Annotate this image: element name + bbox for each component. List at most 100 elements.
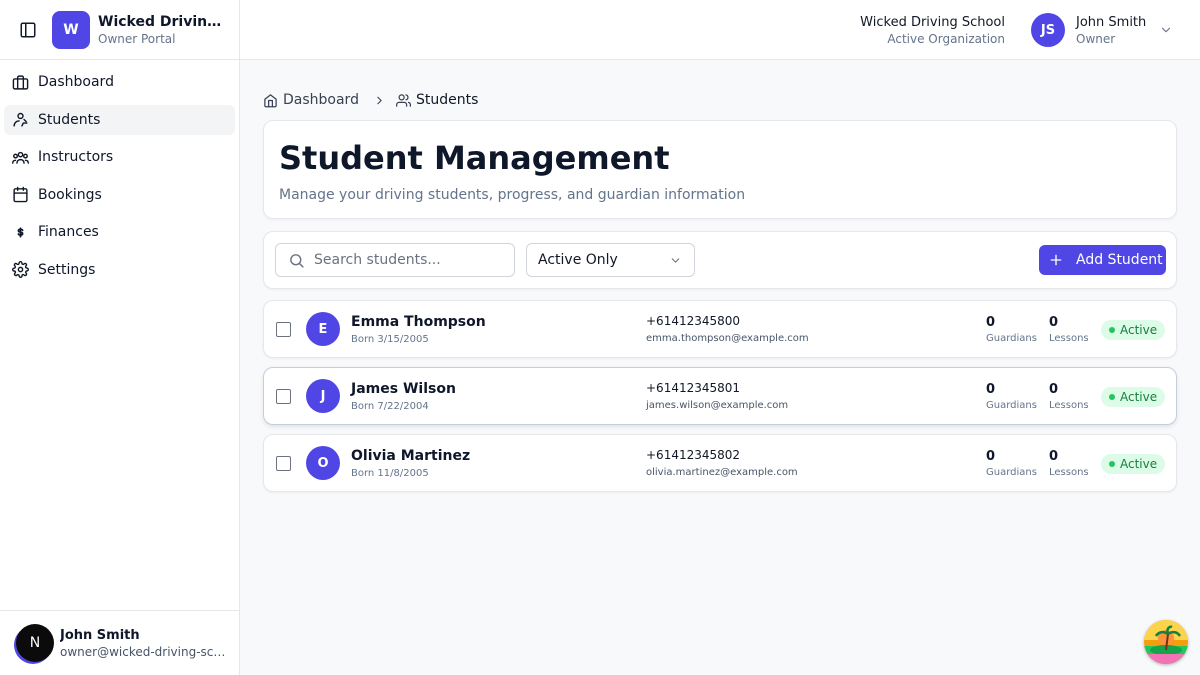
sidebar-item-label: Students bbox=[38, 111, 101, 128]
island-icon bbox=[1144, 620, 1188, 664]
status-badge: Active bbox=[1101, 387, 1165, 407]
sidebar-item-label: Settings bbox=[38, 261, 96, 278]
sidebar-item-label: Instructors bbox=[38, 149, 114, 165]
lessons-label: Lessons bbox=[1049, 400, 1089, 411]
avatar: O bbox=[306, 446, 340, 480]
organization-status: Active Organization bbox=[887, 32, 1005, 46]
brand-logo: W bbox=[52, 10, 90, 49]
table-row[interactable]: J James Wilson Born 7/22/2004 +614123458… bbox=[263, 367, 1177, 425]
breadcrumb: Dashboard Students bbox=[263, 91, 478, 109]
lessons-count: 0 bbox=[1049, 315, 1059, 330]
floating-assistant-button[interactable] bbox=[1144, 620, 1188, 664]
user-name: John Smith bbox=[1076, 15, 1147, 30]
guardians-label: Guardians bbox=[986, 400, 1037, 411]
sidebar-item-settings[interactable]: Settings bbox=[4, 255, 235, 285]
student-name[interactable]: Emma Thompson bbox=[351, 314, 486, 330]
sidebar-user-email: owner@wicked-driving-school.com bbox=[60, 644, 226, 659]
status-dot-icon bbox=[1109, 461, 1115, 467]
guardians-count: 0 bbox=[986, 382, 996, 397]
user-avatar[interactable]: JS bbox=[1031, 13, 1065, 47]
student-phone: +61412345800 bbox=[646, 314, 741, 328]
sidebar-item-label: Finances bbox=[38, 224, 99, 240]
search-box[interactable] bbox=[275, 243, 515, 277]
table-row[interactable]: E Emma Thompson Born 3/15/2005 +61412345… bbox=[263, 300, 1177, 358]
chevron-down-icon[interactable] bbox=[1159, 23, 1173, 37]
lessons-label: Lessons bbox=[1049, 333, 1089, 344]
student-birthdate: Born 11/8/2005 bbox=[351, 468, 429, 479]
brand-subtitle: Owner Portal bbox=[98, 31, 176, 46]
lessons-stat: 0 Lessons bbox=[1049, 449, 1089, 478]
sidebar-item-instructors[interactable]: Instructors bbox=[4, 142, 235, 172]
table-row[interactable]: O Olivia Martinez Born 11/8/2005 +614123… bbox=[263, 434, 1177, 492]
plus-icon bbox=[1048, 252, 1064, 268]
student-birthdate: Born 3/15/2005 bbox=[351, 334, 429, 345]
student-name[interactable]: James Wilson bbox=[351, 381, 456, 397]
status-text: Active bbox=[1120, 390, 1158, 404]
add-student-button[interactable]: Add Student bbox=[1039, 245, 1166, 275]
row-checkbox[interactable] bbox=[276, 456, 291, 471]
organization-info: Wicked Driving School Active Organizatio… bbox=[860, 14, 1005, 47]
instructors-icon bbox=[12, 149, 29, 166]
lessons-stat: 0 Lessons bbox=[1049, 315, 1089, 344]
dollar-icon bbox=[12, 224, 29, 241]
sidebar-header: W Wicked Driving School Owner Portal bbox=[0, 0, 239, 60]
students-icon bbox=[12, 111, 29, 128]
search-icon bbox=[288, 252, 305, 269]
student-birthdate: Born 7/22/2004 bbox=[351, 401, 429, 412]
sidebar: W Wicked Driving School Owner Portal Das… bbox=[0, 0, 240, 675]
topbar: Wicked Driving School Active Organizatio… bbox=[240, 0, 1200, 60]
sidebar-item-bookings[interactable]: Bookings bbox=[4, 180, 235, 210]
guardians-count: 0 bbox=[986, 315, 996, 330]
status-text: Active bbox=[1120, 457, 1158, 471]
sidebar-toggle-icon[interactable] bbox=[19, 21, 37, 39]
status-dot-icon bbox=[1109, 327, 1115, 333]
guardians-label: Guardians bbox=[986, 467, 1037, 478]
status-badge: Active bbox=[1101, 454, 1165, 474]
sidebar-user[interactable]: N John Smith owner@wicked-driving-school… bbox=[0, 610, 240, 675]
status-filter-select[interactable]: Active Only bbox=[526, 243, 695, 277]
guardians-stat: 0 Guardians bbox=[986, 382, 1037, 411]
status-dot-icon bbox=[1109, 394, 1115, 400]
sidebar-item-dashboard[interactable]: Dashboard bbox=[4, 67, 235, 97]
filter-bar: Active Only Add Student bbox=[263, 231, 1177, 289]
status-text: Active bbox=[1120, 323, 1158, 337]
lessons-count: 0 bbox=[1049, 382, 1059, 397]
user-role: Owner bbox=[1076, 32, 1116, 46]
calendar-icon bbox=[12, 186, 29, 203]
sidebar-item-label: Dashboard bbox=[38, 74, 114, 90]
guardians-count: 0 bbox=[986, 449, 996, 464]
student-email: james.wilson@example.com bbox=[646, 400, 789, 411]
status-filter-value: Active Only bbox=[538, 252, 618, 268]
sidebar-item-finances[interactable]: Finances bbox=[4, 217, 235, 247]
gear-icon bbox=[12, 261, 29, 278]
user-menu[interactable]: John Smith Owner bbox=[1076, 14, 1146, 47]
guardians-label: Guardians bbox=[986, 333, 1037, 344]
page-header-card: Student Management Manage your driving s… bbox=[263, 120, 1177, 219]
dashboard-icon bbox=[12, 74, 29, 91]
row-checkbox[interactable] bbox=[276, 389, 291, 404]
page-subtitle: Manage your driving students, progress, … bbox=[279, 187, 746, 203]
avatar: N bbox=[16, 624, 54, 662]
avatar: J bbox=[306, 379, 340, 413]
page-title: Student Management bbox=[279, 139, 670, 177]
brand-name: Wicked Driving School bbox=[98, 13, 228, 30]
student-email: emma.thompson@example.com bbox=[646, 333, 809, 344]
add-student-label: Add Student bbox=[1076, 252, 1163, 268]
lessons-count: 0 bbox=[1049, 449, 1059, 464]
avatar: E bbox=[306, 312, 340, 346]
search-input[interactable] bbox=[314, 252, 504, 268]
chevron-right-icon bbox=[373, 94, 386, 107]
breadcrumb-dashboard-link[interactable]: Dashboard bbox=[283, 92, 359, 108]
lessons-stat: 0 Lessons bbox=[1049, 382, 1089, 411]
student-name[interactable]: Olivia Martinez bbox=[351, 448, 470, 464]
sidebar-item-label: Bookings bbox=[38, 186, 102, 203]
chevron-down-icon bbox=[669, 254, 682, 267]
status-badge: Active bbox=[1101, 320, 1165, 340]
organization-name: Wicked Driving School bbox=[860, 15, 1005, 30]
student-email: olivia.martinez@example.com bbox=[646, 467, 798, 478]
student-phone: +61412345801 bbox=[646, 381, 741, 395]
sidebar-user-name: John Smith bbox=[60, 627, 140, 643]
sidebar-item-students[interactable]: Students bbox=[4, 104, 235, 135]
home-icon bbox=[263, 93, 278, 108]
row-checkbox[interactable] bbox=[276, 322, 291, 337]
